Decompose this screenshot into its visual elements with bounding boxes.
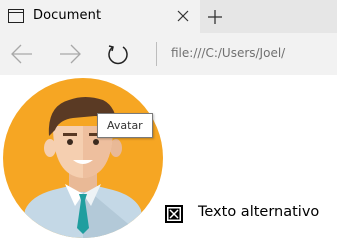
address-separator: [156, 42, 157, 66]
window-icon: [8, 9, 24, 23]
avatar-image[interactable]: [3, 78, 163, 238]
close-icon[interactable]: [176, 9, 190, 23]
forward-arrow-icon[interactable]: [58, 43, 82, 65]
image-tooltip: Avatar: [97, 113, 153, 138]
navigation-bar: file:///C:/Users/Joel/: [0, 33, 337, 75]
alt-text: Texto alternativo: [198, 204, 320, 220]
refresh-icon[interactable]: [106, 43, 130, 65]
back-arrow-icon[interactable]: [10, 43, 34, 65]
tab-document[interactable]: Document: [0, 0, 200, 33]
tab-strip: Document: [0, 0, 337, 33]
tab-title: Document: [33, 8, 102, 23]
new-tab-icon[interactable]: [206, 8, 224, 26]
address-bar[interactable]: file:///C:/Users/Joel/: [171, 46, 291, 60]
broken-image-icon: [165, 205, 183, 223]
